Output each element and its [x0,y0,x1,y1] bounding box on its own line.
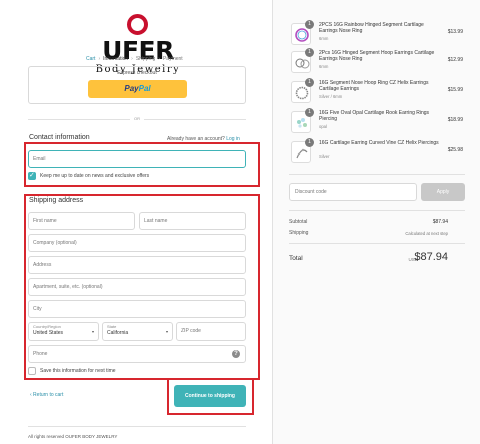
discount-code-input[interactable]: Discount code [289,183,417,201]
apply-discount-button[interactable]: Apply [421,183,465,201]
contact-section-title: Contact information [29,134,90,141]
chevron-down-icon: ▾ [165,329,168,334]
order-item: 1 16G Five Oval Opal Cartilage Rook Earr… [289,108,465,138]
summary-divider [289,210,465,211]
or-divider: OR [28,116,246,122]
chevron-right-icon: › [158,56,160,62]
return-to-cart-link[interactable]: ‹ Return to cart [30,392,63,398]
country-select-label: Country/Region [33,324,61,329]
state-select-label: State [107,324,117,329]
item-name: 2Pcs 16G Hinged Segment Hoop Earrings Ca… [319,50,435,62]
breadcrumb-payment: Payment [162,56,183,62]
address-field[interactable]: Address [28,256,246,274]
quantity-badge: 1 [305,48,314,57]
paypal-button[interactable]: PayPal [88,80,187,98]
news-checkbox-label: Keep me up to date on news and exclusive… [40,173,150,179]
order-item: 1 16G Segment Nose Hoop Ring CZ Helix Ea… [289,78,465,108]
breadcrumb-shipping: Shipping [135,56,156,62]
email-field[interactable]: Email [28,150,246,168]
total-label: Total [289,255,303,262]
state-select[interactable]: State California ▾ [102,322,173,341]
breadcrumb-cart[interactable]: Cart [86,56,95,62]
order-item: 1 2PCS 16G Rainbow Hinged Segment Cartil… [289,20,465,50]
checkout-main-column: UFER Body Jewelry Cart › Information › Shipp… [0,0,272,444]
item-name: 2PCS 16G Rainbow Hinged Segment Cartilag… [319,22,424,34]
item-name: 16G Five Oval Opal Cartilage Rook Earrin… [319,110,430,122]
total-value: $87.94 [414,251,448,263]
help-icon[interactable]: ? [232,350,240,358]
zip-field[interactable]: ZIP code [176,322,246,341]
state-select-value: California [107,330,129,336]
paypal-logo-pay: Pay [124,84,139,93]
country-select[interactable]: Country/Region United States ▾ [28,322,99,341]
subtotal-value: $87.94 [432,219,448,225]
footer-copyright: All rights reserved OUFER BODY JEWELRY [28,434,118,439]
quantity-badge: 1 [305,138,314,147]
item-variant: Silver [319,154,330,159]
item-variant: opal [319,124,327,129]
continue-to-shipping-button[interactable]: Continue to shipping [174,385,246,407]
quantity-badge: 1 [305,20,314,29]
shipping-section-title: Shipping address [29,197,84,204]
footer-divider [28,426,246,427]
shipping-label: Shipping [289,230,309,236]
chevron-down-icon: ▾ [91,329,94,334]
item-price: $25.98 [447,147,463,153]
item-price: $15.99 [447,87,463,93]
subtotal-label: Subtotal [289,219,308,225]
or-label: OR [130,116,144,122]
phone-placeholder: Phone [33,351,48,357]
chevron-right-icon: › [98,56,101,62]
save-info-checkbox[interactable] [28,367,36,375]
item-name: 16G Cartilage Earring Curved Vine CZ Hel… [319,140,439,146]
summary-divider [289,243,465,244]
save-info-label: Save this information for next time [40,368,116,374]
company-field[interactable]: Company (optional) [28,234,246,252]
news-checkbox[interactable] [28,171,36,180]
summary-divider [289,174,465,175]
shipping-value: Calculated at next step [405,231,448,236]
first-name-field[interactable]: First name [28,212,135,230]
order-item: 1 2Pcs 16G Hinged Segment Hoop Earrings … [289,48,465,78]
express-checkout-panel: Express checkout PayPal [28,66,246,104]
item-variant: 6mm [319,36,329,41]
order-summary-sidebar: 1 2PCS 16G Rainbow Hinged Segment Cartil… [272,0,480,444]
city-field[interactable]: City [28,300,246,318]
item-variant: Silver / 6mm [319,94,343,99]
item-variant: 6mm [319,64,329,69]
item-price: $18.99 [447,117,463,123]
last-name-field[interactable]: Last name [139,212,246,230]
paypal-logo-pal: Pal [138,84,151,93]
order-item: 1 16G Cartilage Earring Curved Vine CZ H… [289,138,465,168]
quantity-badge: 1 [305,108,314,117]
quantity-badge: 1 [305,78,314,87]
country-select-value: United States [33,330,64,336]
item-price: $12.99 [447,57,463,63]
breadcrumb: Cart › Information › Shipping › Payment [86,56,183,62]
item-name: 16G Segment Nose Hoop Ring CZ Helix Earr… [319,80,429,92]
chevron-right-icon: › [131,56,133,62]
express-checkout-title: Express checkout [117,70,157,76]
item-price: $13.99 [447,29,463,35]
phone-field[interactable]: Phone ? [28,345,246,363]
breadcrumb-information: Information [103,56,129,62]
logo-ring-icon [127,14,148,35]
apartment-field[interactable]: Apartment, suite, etc. (optional) [28,278,246,296]
